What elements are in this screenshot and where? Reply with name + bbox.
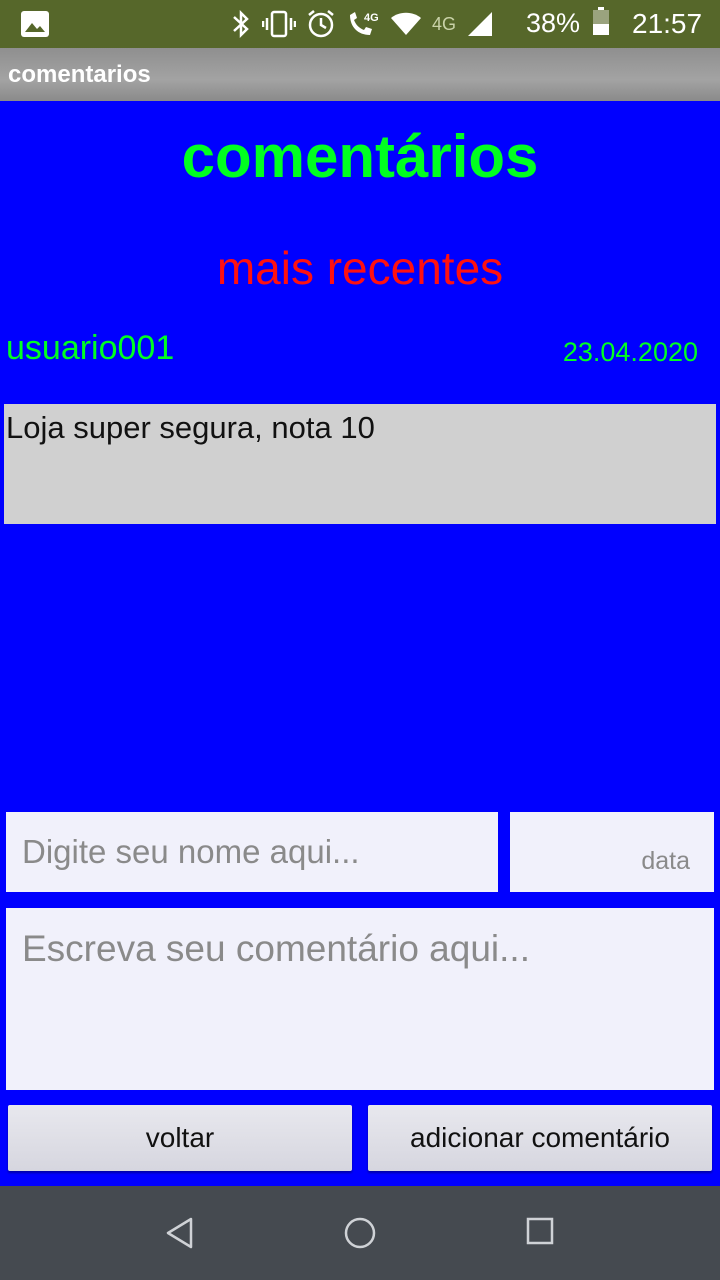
page-subtitle: mais recentes <box>216 242 504 294</box>
comment-input[interactable] <box>6 908 714 1090</box>
home-nav-icon[interactable] <box>343 1216 377 1255</box>
status-bar: 4G 4G 38% 21:57 <box>0 0 720 48</box>
comment-user: usuario001 <box>6 329 175 367</box>
battery-icon <box>592 6 610 41</box>
page-title: comentários <box>181 123 539 190</box>
recents-nav-icon[interactable] <box>525 1216 555 1251</box>
alarm-icon <box>306 9 336 39</box>
back-nav-icon[interactable] <box>164 1216 196 1255</box>
battery-percent: 38% <box>526 8 581 38</box>
comment-text: Loja super segura, nota 10 <box>4 404 716 524</box>
clock: 21:57 <box>632 8 703 39</box>
network-type-label: 4G <box>432 13 457 34</box>
add-comment-button[interactable]: adicionar comentário <box>368 1105 712 1171</box>
bluetooth-icon <box>230 9 252 39</box>
name-input[interactable] <box>6 812 498 892</box>
wifi-icon <box>390 11 422 37</box>
navigation-bar <box>0 1186 720 1280</box>
date-input[interactable] <box>510 812 714 892</box>
vibrate-icon <box>262 9 296 39</box>
signal-icon <box>466 10 494 38</box>
image-icon <box>20 10 50 38</box>
back-button[interactable]: voltar <box>8 1105 352 1171</box>
app-bar: comentarios <box>0 48 720 101</box>
volte-call-icon: 4G <box>346 9 380 39</box>
comment-date: 23.04.2020 <box>562 337 698 367</box>
app-bar-title: comentarios <box>8 60 151 88</box>
svg-text:4G: 4G <box>364 12 379 24</box>
